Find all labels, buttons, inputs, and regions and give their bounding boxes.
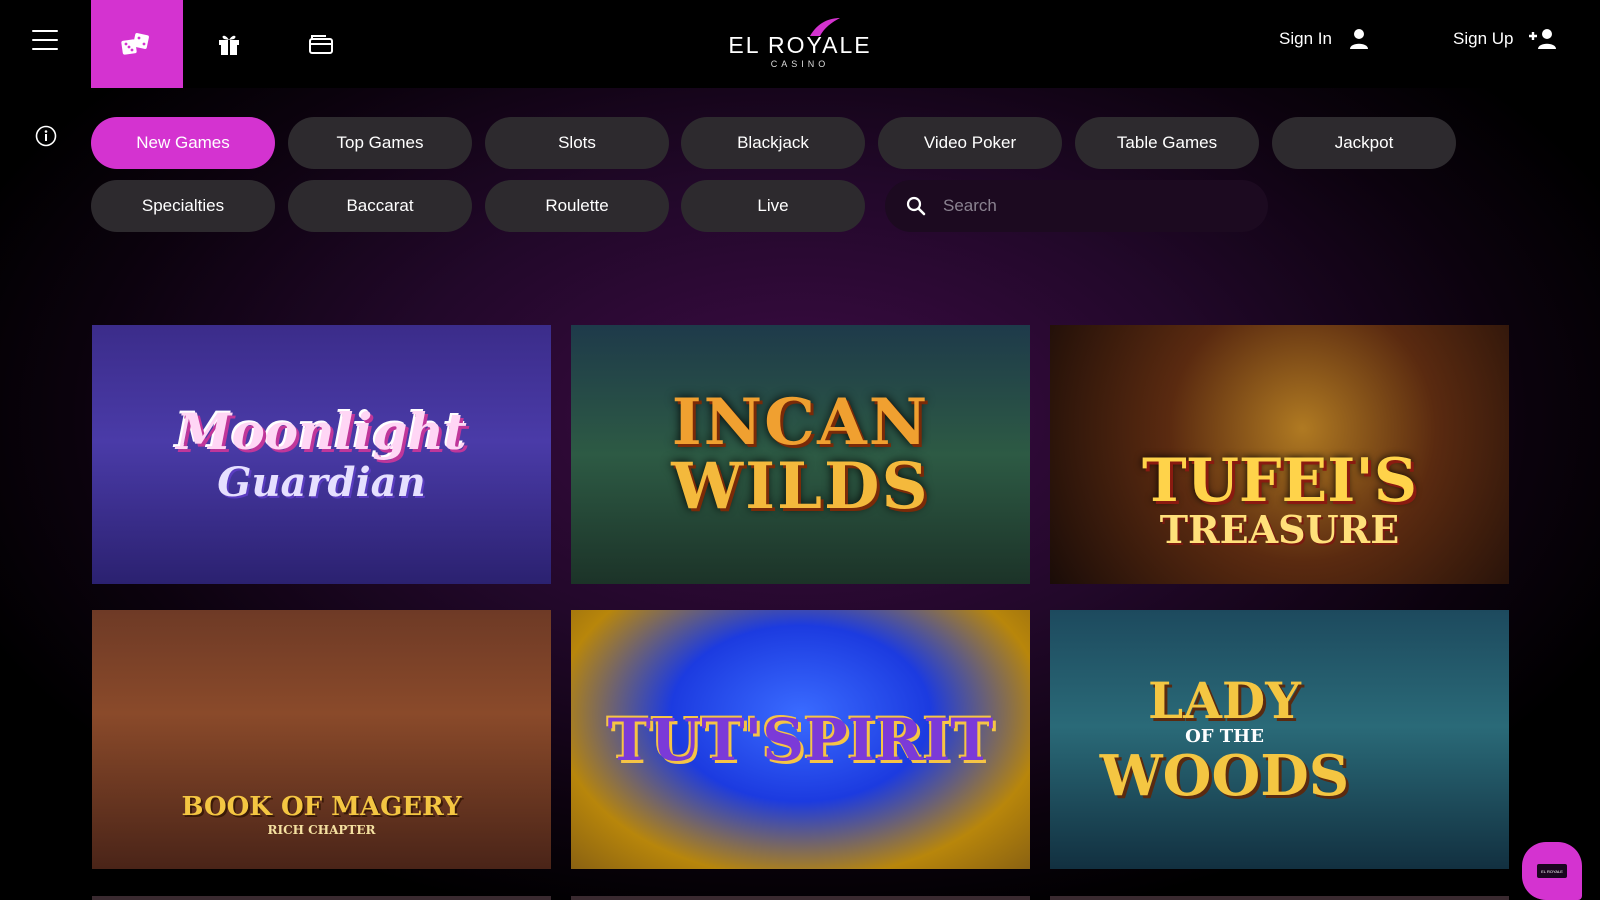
game-tile-tut-spirit[interactable]: TUT'SPIRIT — [571, 610, 1030, 869]
game-tile-partial[interactable] — [1050, 896, 1509, 900]
menu-icon[interactable] — [32, 30, 58, 54]
search-input[interactable] — [943, 196, 1243, 216]
game-tile-tufeis-treasure[interactable]: TUFEI'S TREASURE — [1050, 325, 1509, 584]
category-specialties[interactable]: Specialties — [91, 180, 275, 232]
game-tile-book-of-magery[interactable]: BOOK OF MAGERY RICH CHAPTER — [92, 610, 551, 869]
game-subtitle: WILDS — [671, 448, 930, 524]
sign-up-label: Sign Up — [1453, 29, 1514, 48]
el-royale-logo[interactable]: EL ROYALE CASINO — [722, 14, 878, 74]
game-tile-lady-of-the-woods[interactable]: LADY OF THE WOODS — [1050, 610, 1509, 869]
game-title: TUT'SPIRIT — [607, 705, 994, 774]
sign-in-button[interactable]: Sign In — [1279, 28, 1370, 50]
game-tile-moonlight-guardian[interactable]: Moonlight Guardian — [92, 325, 551, 584]
game-subtitle: Guardian — [217, 458, 426, 506]
game-title: TUFEI'S — [1141, 445, 1418, 516]
game-tile-partial[interactable] — [571, 896, 1030, 900]
chat-logo: EL ROYALE — [1537, 864, 1567, 878]
promotions-tab[interactable] — [183, 0, 275, 88]
logo-text: EL ROYALE — [728, 32, 872, 58]
category-blackjack[interactable]: Blackjack — [681, 117, 865, 169]
category-live[interactable]: Live — [681, 180, 865, 232]
game-title: BOOK OF MAGERY — [181, 791, 462, 822]
category-video-poker[interactable]: Video Poker — [878, 117, 1062, 169]
game-tile-partial[interactable] — [92, 896, 551, 900]
wallet-icon — [309, 35, 333, 54]
logo-subtext: CASINO — [770, 59, 830, 69]
game-title: INCAN — [671, 384, 930, 460]
logo-swoosh-icon — [810, 18, 840, 36]
category-new-games[interactable]: New Games — [91, 117, 275, 169]
info-icon[interactable] — [35, 125, 57, 147]
category-top-games[interactable]: Top Games — [288, 117, 472, 169]
search-bar[interactable] — [885, 180, 1268, 232]
game-title: LADY — [1147, 670, 1301, 730]
category-table-games[interactable]: Table Games — [1075, 117, 1259, 169]
add-user-icon — [1529, 29, 1557, 49]
sign-in-label: Sign In — [1279, 29, 1332, 48]
cashier-tab[interactable] — [275, 0, 367, 88]
casino-dice-tab[interactable] — [91, 0, 183, 88]
category-baccarat[interactable]: Baccarat — [288, 180, 472, 232]
game-tile-incan-wilds[interactable]: INCAN WILDS — [571, 325, 1030, 584]
category-jackpot[interactable]: Jackpot — [1272, 117, 1456, 169]
game-subtitle: TREASURE — [1159, 506, 1400, 552]
user-icon — [1349, 29, 1368, 49]
search-icon[interactable] — [905, 195, 927, 217]
game-subtitle-2: WOODS — [1099, 742, 1350, 809]
top-header: EL ROYALE CASINO Sign In Sign Up — [0, 0, 1600, 88]
dice-icon — [121, 33, 149, 55]
game-subtitle: RICH CHAPTER — [267, 822, 376, 837]
game-title: Moonlight — [176, 401, 467, 461]
sign-up-button[interactable]: Sign Up — [1453, 28, 1559, 50]
live-chat-button[interactable]: EL ROYALE — [1522, 842, 1582, 900]
category-slots[interactable]: Slots — [485, 117, 669, 169]
gift-icon — [219, 35, 239, 55]
category-roulette[interactable]: Roulette — [485, 180, 669, 232]
